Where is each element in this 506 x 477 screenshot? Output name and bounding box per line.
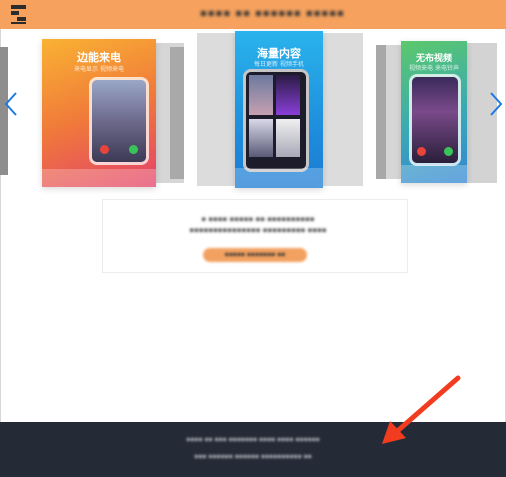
header-title: ▪▪▪▪ ▪▪ ▪▪▪▪▪▪ ▪▪▪▪▪ [200,8,345,19]
phone-mockup [409,74,461,166]
logo-icon[interactable] [11,5,26,24]
carousel-panel-shade [170,47,184,179]
info-text: ▪ ▪▪▪▪ ▪▪▪▪▪ ▪▪ ▪▪▪▪▪▪▪▪▪▪ ▪▪▪▪▪▪▪▪▪▪▪▪▪… [163,214,353,236]
card-title: 边能来电 [77,51,121,64]
carousel: 边能来电 来电显示 视频来电 海量内容 每日更新 视频手机 无布视频 视频来电 … [0,29,506,194]
carousel-card-2[interactable]: 海量内容 每日更新 视频手机 [235,31,323,188]
chevron-left-icon[interactable] [4,91,18,117]
card-subtitle: 每日更新 视频手机 [254,61,304,68]
decline-call-icon [417,147,426,156]
carousel-panel [323,33,363,186]
footer-line: ▪▪▪ ▪▪▪▪▪▪ ▪▪▪▪▪▪ ▪▪▪▪▪▪▪▪▪▪ ▪▪ [194,453,312,460]
carousel-panel-shade [376,45,386,179]
download-button[interactable]: ▪▪▪▪▪ ▪▪▪▪▪▪▪ ▪▪ [203,248,307,262]
card-subtitle: 来电显示 视频来电 [74,66,124,73]
chevron-right-icon[interactable] [489,91,503,117]
accept-call-icon [444,147,453,156]
accept-call-icon [129,145,138,154]
carousel-card-3[interactable]: 无布视频 视频来电 来电铃声 [401,41,467,183]
annotation-arrow-icon [382,375,461,444]
phone-mockup [243,69,309,172]
decline-call-icon [100,145,109,154]
info-text-line: ▪ ▪▪▪▪ ▪▪▪▪▪ ▪▪ ▪▪▪▪▪▪▪▪▪▪ [201,215,315,223]
card-subtitle: 视频来电 来电铃声 [409,65,459,72]
phone-mockup [89,77,149,165]
top-header: ▪▪▪▪ ▪▪ ▪▪▪▪▪▪ ▪▪▪▪▪ [0,0,506,29]
info-text-line: ▪▪▪▪▪▪▪▪▪▪▪▪▪▪▪ ▪▪▪▪▪▪▪▪▪ ▪▪▪▪ [189,226,327,234]
carousel-card-1[interactable]: 边能来电 来电显示 视频来电 [42,39,156,187]
carousel-panel [197,33,235,186]
info-panel: ▪ ▪▪▪▪ ▪▪▪▪▪ ▪▪ ▪▪▪▪▪▪▪▪▪▪ ▪▪▪▪▪▪▪▪▪▪▪▪▪… [102,199,408,273]
